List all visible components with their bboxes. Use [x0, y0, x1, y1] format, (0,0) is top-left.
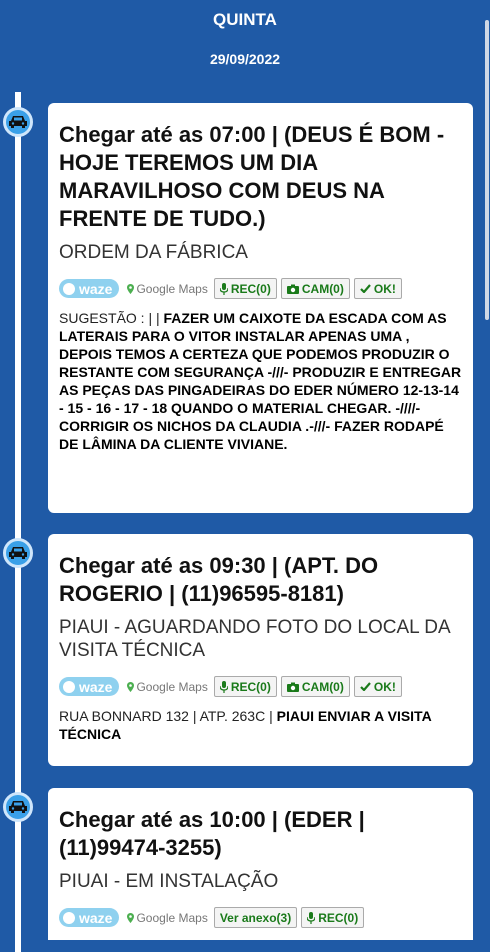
day-label: QUINTA	[213, 10, 277, 29]
appointment-note: RUA BONNARD 132 | ATP. 263C | PIAUI ENVI…	[59, 707, 462, 743]
microphone-icon	[219, 680, 228, 693]
map-pin-icon	[127, 681, 135, 692]
attachments-button[interactable]: Ver anexo(3)	[213, 907, 298, 928]
car-icon	[3, 792, 33, 822]
cam-label: CAM(0)	[301, 679, 344, 694]
appointment-title: Chegar até as 07:00 | (DEUS É BOM - HOJE…	[59, 122, 445, 231]
google-maps-label: Google Maps	[136, 281, 208, 296]
camera-icon	[286, 682, 299, 692]
appointment-title: Chegar até as 09:30 | (APT. DO ROGERIO |…	[59, 553, 379, 606]
rec-button[interactable]: REC(0)	[301, 907, 365, 928]
waze-label: waze	[79, 678, 113, 695]
rec-label: REC(0)	[230, 281, 271, 296]
action-bar: waze Google Maps Ver anexo(3) REC(0)	[59, 907, 462, 928]
header: QUINTA 29/09/2022	[0, 0, 490, 68]
ok-button[interactable]: OK!	[353, 278, 402, 299]
google-maps-label: Google Maps	[136, 679, 208, 694]
google-maps-link[interactable]: Google Maps	[127, 910, 208, 925]
car-icon	[3, 107, 33, 137]
map-pin-icon	[127, 283, 135, 294]
appointment-card: Chegar até as 07:00 | (DEUS É BOM - HOJE…	[48, 103, 473, 513]
waze-label: waze	[79, 909, 113, 926]
appointment-card: Chegar até as 10:00 | (EDER | (11)99474-…	[48, 788, 473, 940]
date-label: 29/09/2022	[209, 51, 281, 67]
scrollbar-thumb[interactable]	[485, 20, 489, 320]
ok-label: OK!	[373, 679, 396, 694]
rec-button[interactable]: REC(0)	[213, 676, 277, 697]
appointment-status: PIUAI - EM INSTALAÇÃO	[59, 871, 279, 892]
cam-label: CAM(0)	[301, 281, 344, 296]
cam-button[interactable]: CAM(0)	[280, 278, 350, 299]
ok-button[interactable]: OK!	[353, 676, 402, 697]
waze-button[interactable]: waze	[59, 677, 120, 696]
waze-button[interactable]: waze	[59, 279, 120, 298]
microphone-icon	[219, 282, 228, 295]
microphone-icon	[307, 911, 316, 924]
appointment-title: Chegar até as 10:00 | (EDER | (11)99474-…	[59, 807, 365, 860]
check-icon	[360, 284, 371, 293]
appointment-status: ORDEM DA FÁBRICA	[59, 242, 248, 263]
rec-label: REC(0)	[230, 679, 271, 694]
map-pin-icon	[127, 912, 135, 923]
waze-button[interactable]: waze	[59, 908, 120, 927]
cam-button[interactable]: CAM(0)	[280, 676, 350, 697]
action-bar: waze Google Maps REC(0) CAM(0) OK!	[59, 676, 462, 697]
note-prefix: SUGESTÃO : | |	[59, 310, 164, 326]
waze-label: waze	[79, 280, 113, 297]
appointment-status: PIAUI - AGUARDANDO FOTO DO LOCAL DA VISI…	[59, 617, 450, 661]
scrollbar[interactable]	[484, 0, 490, 940]
camera-icon	[286, 284, 299, 294]
waze-icon	[63, 911, 75, 924]
appointment-note: SUGESTÃO : | | FAZER UM CAIXOTE DA ESCAD…	[59, 309, 462, 453]
google-maps-link[interactable]: Google Maps	[127, 679, 208, 694]
check-icon	[360, 682, 371, 691]
timeline-line	[15, 92, 21, 952]
note-prefix: RUA BONNARD 132 | ATP. 263C |	[59, 708, 277, 724]
ok-label: OK!	[373, 281, 396, 296]
note-text: FAZER UM CAIXOTE DA ESCADA COM AS LATERA…	[59, 310, 462, 452]
rec-label: REC(0)	[318, 910, 359, 925]
waze-icon	[63, 680, 75, 693]
google-maps-label: Google Maps	[136, 910, 208, 925]
waze-icon	[63, 282, 75, 295]
car-icon	[3, 538, 33, 568]
appointment-card: Chegar até as 09:30 | (APT. DO ROGERIO |…	[48, 534, 473, 766]
google-maps-link[interactable]: Google Maps	[127, 281, 208, 296]
action-bar: waze Google Maps REC(0) CAM(0) OK!	[59, 278, 462, 299]
attachments-label: Ver anexo(3)	[219, 910, 292, 925]
rec-button[interactable]: REC(0)	[213, 278, 277, 299]
